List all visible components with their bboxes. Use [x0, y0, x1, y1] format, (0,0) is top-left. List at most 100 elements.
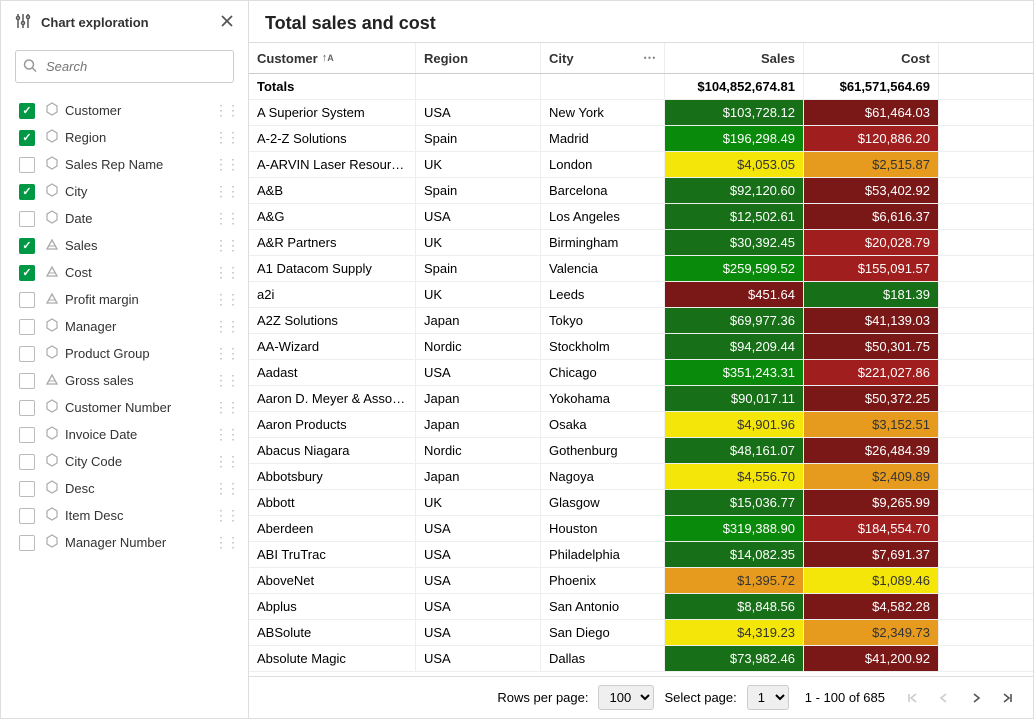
checkbox[interactable]	[19, 103, 35, 119]
checkbox[interactable]	[19, 265, 35, 281]
column-header-customer[interactable]: Customer ↑A	[249, 43, 416, 73]
rows-per-page-select[interactable]: 100	[598, 685, 654, 710]
drag-handle-icon[interactable]: ⋮⋮	[214, 210, 238, 227]
drag-handle-icon[interactable]: ⋮⋮	[214, 345, 238, 362]
drag-handle-icon[interactable]: ⋮⋮	[214, 507, 238, 524]
table-row[interactable]: A-ARVIN Laser ResourcesUKLondon$4,053.05…	[249, 152, 1033, 178]
field-item[interactable]: Gross sales⋮⋮	[1, 367, 248, 394]
field-label: Manager	[65, 319, 214, 334]
table-row[interactable]: A&BSpainBarcelona$92,120.60$53,402.92	[249, 178, 1033, 204]
table-row[interactable]: A2Z SolutionsJapanTokyo$69,977.36$41,139…	[249, 308, 1033, 334]
cell-cost: $41,200.92	[804, 646, 939, 671]
drag-handle-icon[interactable]: ⋮⋮	[214, 156, 238, 173]
field-label: Item Desc	[65, 508, 214, 523]
table-row[interactable]: Aaron D. Meyer & AssociatesJapanYokohama…	[249, 386, 1033, 412]
drag-handle-icon[interactable]: ⋮⋮	[214, 426, 238, 443]
cell-customer: A-2-Z Solutions	[249, 126, 416, 151]
checkbox[interactable]	[19, 292, 35, 308]
checkbox[interactable]	[19, 454, 35, 470]
field-item[interactable]: Invoice Date⋮⋮	[1, 421, 248, 448]
drag-handle-icon[interactable]: ⋮⋮	[214, 318, 238, 335]
drag-handle-icon[interactable]: ⋮⋮	[214, 183, 238, 200]
field-item[interactable]: Item Desc⋮⋮	[1, 502, 248, 529]
cell-customer: Aberdeen	[249, 516, 416, 541]
next-page-button[interactable]	[965, 687, 987, 709]
search-input[interactable]	[15, 50, 234, 83]
table-row[interactable]: A1 Datacom SupplySpainValencia$259,599.5…	[249, 256, 1033, 282]
table-row[interactable]: ABSoluteUSASan Diego$4,319.23$2,349.73	[249, 620, 1033, 646]
drag-handle-icon[interactable]: ⋮⋮	[214, 102, 238, 119]
table-row[interactable]: A&R PartnersUKBirmingham$30,392.45$20,02…	[249, 230, 1033, 256]
field-item[interactable]: Manager⋮⋮	[1, 313, 248, 340]
field-item[interactable]: Desc⋮⋮	[1, 475, 248, 502]
more-icon[interactable]: ⋯	[643, 50, 656, 66]
drag-handle-icon[interactable]: ⋮⋮	[214, 264, 238, 281]
table-row[interactable]: A&GUSALos Angeles$12,502.61$6,616.37	[249, 204, 1033, 230]
drag-handle-icon[interactable]: ⋮⋮	[214, 453, 238, 470]
totals-label: Totals	[249, 74, 416, 99]
drag-handle-icon[interactable]: ⋮⋮	[214, 534, 238, 551]
table-row[interactable]: a2iUKLeeds$451.64$181.39	[249, 282, 1033, 308]
checkbox[interactable]	[19, 211, 35, 227]
table-body[interactable]: Totals $104,852,674.81 $61,571,564.69 A …	[249, 74, 1033, 676]
checkbox[interactable]	[19, 400, 35, 416]
cell-cost: $181.39	[804, 282, 939, 307]
first-page-button[interactable]	[901, 687, 923, 709]
field-item[interactable]: Region⋮⋮	[1, 124, 248, 151]
table-row[interactable]: A Superior SystemUSANew York$103,728.12$…	[249, 100, 1033, 126]
table-row[interactable]: Aaron ProductsJapanOsaka$4,901.96$3,152.…	[249, 412, 1033, 438]
field-item[interactable]: Date⋮⋮	[1, 205, 248, 232]
last-page-button[interactable]	[997, 687, 1019, 709]
checkbox[interactable]	[19, 481, 35, 497]
checkbox[interactable]	[19, 238, 35, 254]
prev-page-button[interactable]	[933, 687, 955, 709]
drag-handle-icon[interactable]: ⋮⋮	[214, 237, 238, 254]
table-row[interactable]: ABI TruTracUSAPhiladelphia$14,082.35$7,6…	[249, 542, 1033, 568]
table-row[interactable]: Absolute MagicUSADallas$73,982.46$41,200…	[249, 646, 1033, 672]
checkbox[interactable]	[19, 157, 35, 173]
field-item[interactable]: City Code⋮⋮	[1, 448, 248, 475]
checkbox[interactable]	[19, 184, 35, 200]
checkbox[interactable]	[19, 373, 35, 389]
field-item[interactable]: Customer Number⋮⋮	[1, 394, 248, 421]
page-select[interactable]: 1	[747, 685, 789, 710]
drag-handle-icon[interactable]: ⋮⋮	[214, 480, 238, 497]
cell-sales: $196,298.49	[665, 126, 804, 151]
column-header-sales[interactable]: Sales	[665, 43, 804, 73]
close-icon[interactable]	[220, 14, 234, 31]
field-item[interactable]: Sales Rep Name⋮⋮	[1, 151, 248, 178]
checkbox[interactable]	[19, 427, 35, 443]
field-item[interactable]: City⋮⋮	[1, 178, 248, 205]
checkbox[interactable]	[19, 535, 35, 551]
field-label: Product Group	[65, 346, 214, 361]
checkbox[interactable]	[19, 130, 35, 146]
field-item[interactable]: Sales⋮⋮	[1, 232, 248, 259]
column-header-city[interactable]: City ⋯	[541, 43, 665, 73]
table-row[interactable]: AbbottUKGlasgow$15,036.77$9,265.99	[249, 490, 1033, 516]
drag-handle-icon[interactable]: ⋮⋮	[214, 291, 238, 308]
field-item[interactable]: Product Group⋮⋮	[1, 340, 248, 367]
table-row[interactable]: AA-WizardNordicStockholm$94,209.44$50,30…	[249, 334, 1033, 360]
drag-handle-icon[interactable]: ⋮⋮	[214, 372, 238, 389]
field-item[interactable]: Manager Number⋮⋮	[1, 529, 248, 556]
table-row[interactable]: AadastUSAChicago$351,243.31$221,027.86	[249, 360, 1033, 386]
field-item[interactable]: Cost⋮⋮	[1, 259, 248, 286]
table-row[interactable]: A-2-Z SolutionsSpainMadrid$196,298.49$12…	[249, 126, 1033, 152]
column-header-region[interactable]: Region	[416, 43, 541, 73]
table-row[interactable]: AbplusUSASan Antonio$8,848.56$4,582.28	[249, 594, 1033, 620]
drag-handle-icon[interactable]: ⋮⋮	[214, 129, 238, 146]
cell-customer: Absolute Magic	[249, 646, 416, 671]
field-item[interactable]: Customer⋮⋮	[1, 97, 248, 124]
table-row[interactable]: AboveNetUSAPhoenix$1,395.72$1,089.46	[249, 568, 1033, 594]
checkbox[interactable]	[19, 319, 35, 335]
table-row[interactable]: AberdeenUSAHouston$319,388.90$184,554.70	[249, 516, 1033, 542]
field-label: Customer Number	[65, 400, 214, 415]
cell-city: San Diego	[541, 620, 665, 645]
table-row[interactable]: AbbotsburyJapanNagoya$4,556.70$2,409.89	[249, 464, 1033, 490]
drag-handle-icon[interactable]: ⋮⋮	[214, 399, 238, 416]
field-item[interactable]: Profit margin⋮⋮	[1, 286, 248, 313]
column-header-cost[interactable]: Cost	[804, 43, 939, 73]
checkbox[interactable]	[19, 508, 35, 524]
table-row[interactable]: Abacus NiagaraNordicGothenburg$48,161.07…	[249, 438, 1033, 464]
checkbox[interactable]	[19, 346, 35, 362]
